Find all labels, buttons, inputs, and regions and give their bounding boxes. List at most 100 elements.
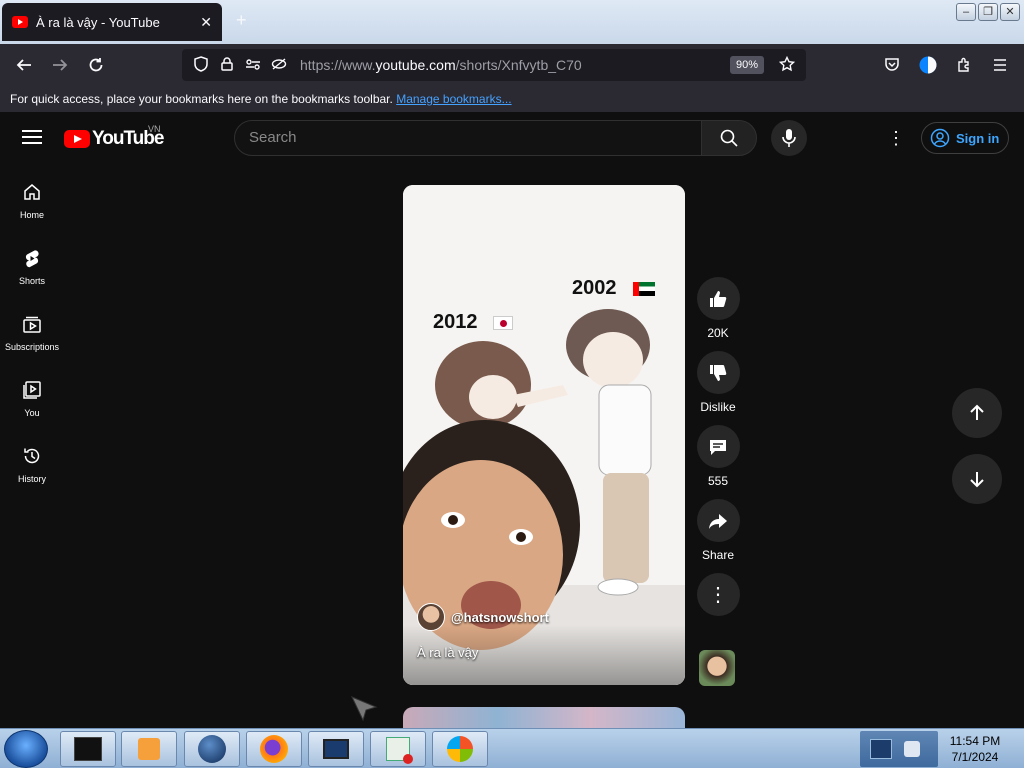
thumbs-down-icon [710, 364, 727, 381]
minimize-button[interactable]: – [956, 3, 976, 21]
speaker-icon[interactable] [904, 741, 920, 757]
next-short-preview[interactable] [403, 707, 685, 728]
next-short-button[interactable] [952, 454, 1002, 504]
share-button[interactable] [696, 499, 740, 542]
shorts-icon [25, 250, 39, 268]
comments-button[interactable] [696, 425, 740, 468]
account-icon[interactable] [912, 49, 944, 81]
taskbar-app-windows[interactable] [432, 731, 488, 767]
taskbar-app-firefox[interactable] [246, 731, 302, 767]
dislike-label: Dislike [700, 400, 736, 414]
taskbar-app-terminal[interactable] [60, 731, 116, 767]
more-vertical-icon: ⋮ [708, 584, 728, 606]
back-icon[interactable] [8, 49, 40, 81]
you-library-icon [23, 381, 41, 399]
tracking-blocked-icon[interactable] [266, 57, 292, 74]
thumbs-up-icon [710, 290, 727, 307]
manage-bookmarks-link[interactable]: Manage bookmarks... [396, 92, 511, 106]
extensions-icon[interactable] [948, 49, 980, 81]
windows-flag-icon [447, 736, 473, 762]
restore-button[interactable]: ❐ [978, 3, 998, 21]
cube-app-icon [74, 737, 102, 761]
sign-in-button[interactable]: Sign in [921, 122, 1009, 154]
mouse-cursor-icon [350, 696, 378, 722]
sound-source-thumbnail[interactable] [699, 650, 735, 686]
youtube-header: YouTube VN Search ⋮ Sign in [0, 112, 1024, 164]
short-caption: À ra là vậy [417, 645, 479, 660]
forward-icon[interactable] [44, 49, 76, 81]
settings-more-icon[interactable]: ⋮ [884, 126, 908, 150]
japan-flag-icon [493, 316, 513, 330]
share-icon [709, 513, 727, 529]
youtube-logo[interactable]: YouTube VN [64, 124, 164, 150]
system-clock[interactable]: 11:54 PM 7/1/2024 [940, 733, 1010, 765]
taskbar-app-globe[interactable] [184, 731, 240, 767]
pocket-icon[interactable] [876, 49, 908, 81]
more-options-button[interactable]: ⋮ [696, 573, 740, 616]
short-actions: 20K Dislike 555 Share ⋮ [696, 277, 740, 627]
shield-icon[interactable] [188, 55, 214, 75]
browser-titlebar: À ra là vậy - YouTube ✕ + – ❐ ✕ [0, 0, 1024, 44]
system-tray[interactable] [860, 731, 938, 767]
home-icon [24, 184, 40, 200]
lock-icon[interactable] [214, 56, 240, 74]
network-icon[interactable] [870, 739, 892, 759]
hamburger-menu-icon[interactable] [20, 126, 44, 150]
year-label-right: 2002 [572, 277, 617, 299]
clock-time: 11:54 PM [949, 734, 1001, 748]
bookmark-star-icon[interactable] [774, 55, 800, 75]
url-text[interactable]: https://www.youtube.com/shorts/Xnfvytb_C… [300, 57, 730, 73]
youtube-play-icon [64, 130, 90, 148]
youtube-page: YouTube VN Search ⋮ Sign in Home Shorts … [0, 112, 1024, 728]
sidebar-item-history[interactable]: History [0, 432, 64, 498]
monitor-icon [323, 739, 349, 759]
reload-icon[interactable] [80, 49, 112, 81]
sidebar-item-shorts[interactable]: Shorts [0, 234, 64, 300]
sidebar-item-subscriptions[interactable]: Subscriptions [0, 300, 64, 366]
zoom-level[interactable]: 90% [729, 56, 764, 74]
windows-taskbar: 11:54 PM 7/1/2024 [0, 728, 1024, 768]
close-window-button[interactable]: ✕ [1000, 3, 1020, 21]
voice-search-button[interactable] [771, 120, 807, 156]
previous-short-button[interactable] [952, 388, 1002, 438]
firefox-icon [260, 735, 288, 763]
taskbar-app-monitor[interactable] [308, 731, 364, 767]
arrow-down-icon [970, 472, 984, 488]
youtube-sidebar: Home Shorts Subscriptions You History [0, 168, 64, 498]
user-icon [930, 128, 950, 148]
menu-icon[interactable] [984, 49, 1016, 81]
channel-handle[interactable]: @hatsnowshort [451, 610, 549, 625]
globe-icon [198, 735, 226, 763]
search-input[interactable]: Search [234, 120, 702, 156]
like-count: 20K [707, 326, 729, 340]
sidebar-item-home[interactable]: Home [0, 168, 64, 234]
arrow-up-icon [970, 404, 984, 420]
history-icon [24, 448, 40, 464]
short-video-player[interactable]: 2012 2002 @hatsnowshort À ra là vậy [403, 185, 685, 685]
permissions-icon[interactable] [240, 57, 266, 74]
start-button[interactable] [4, 730, 48, 768]
browser-navbar: https://www.youtube.com/shorts/Xnfvytb_C… [0, 44, 1024, 86]
tab-close-icon[interactable]: ✕ [200, 14, 212, 31]
taskbar-app-media-player[interactable] [121, 731, 177, 767]
comment-count: 555 [707, 474, 729, 488]
browser-tab[interactable]: À ra là vậy - YouTube ✕ [2, 3, 222, 41]
like-button[interactable] [696, 277, 740, 320]
window-controls: – ❐ ✕ [956, 3, 1020, 21]
url-bar[interactable]: https://www.youtube.com/shorts/Xnfvytb_C… [182, 49, 806, 81]
bookmarks-hint: For quick access, place your bookmarks h… [10, 92, 393, 106]
channel-info[interactable]: @hatsnowshort [417, 603, 549, 631]
taskbar-app-recorder[interactable] [370, 731, 426, 767]
tab-title: À ra là vậy - YouTube [36, 14, 160, 30]
clock-date: 7/1/2024 [951, 750, 999, 764]
toolbar-right [876, 49, 1016, 81]
search-button[interactable] [701, 120, 757, 156]
search-icon [720, 129, 738, 147]
channel-avatar[interactable] [417, 603, 445, 631]
new-tab-icon[interactable]: + [236, 10, 247, 31]
year-label-left: 2012 [433, 311, 478, 333]
sidebar-item-you[interactable]: You [0, 366, 64, 432]
subscriptions-icon [23, 316, 41, 333]
dislike-button[interactable] [696, 351, 740, 394]
microphone-icon [782, 129, 796, 147]
